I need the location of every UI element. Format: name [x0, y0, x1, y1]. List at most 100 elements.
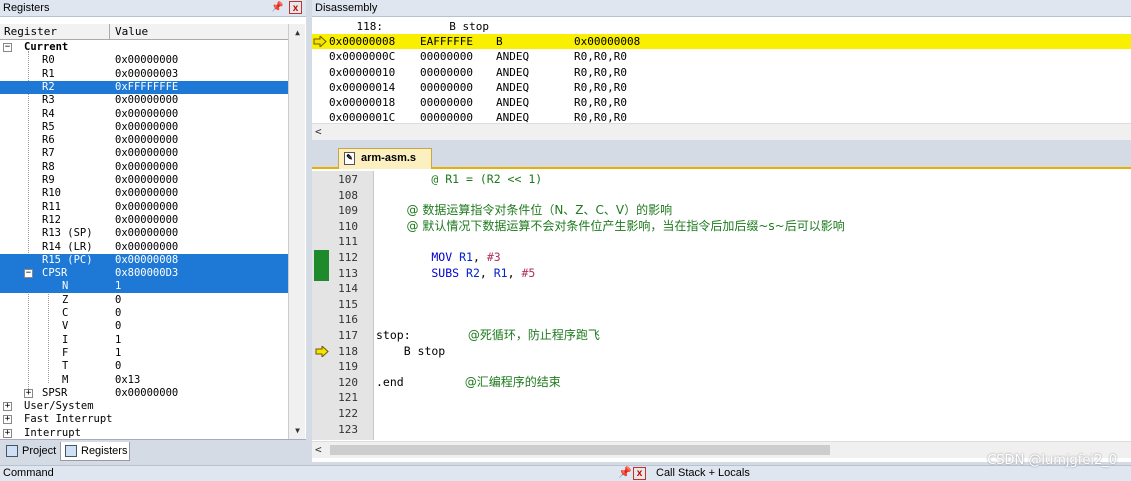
register-row[interactable]: R10 0x00000000	[0, 187, 288, 200]
disassembly-row[interactable]: 0x00000010 00000000 ANDEQ R0,R0,R0	[312, 65, 1131, 80]
collapse-icon[interactable]: −	[24, 269, 33, 279]
register-row[interactable]: Z0	[0, 294, 288, 307]
disasm-mnemonic: ANDEQ	[496, 96, 530, 109]
code-line[interactable]: SUBS R2, R1, #5	[376, 266, 535, 281]
scroll-down-icon[interactable]: ▼	[290, 423, 305, 438]
disassembly-title: Disassembly	[315, 2, 378, 14]
code-line[interactable]: @ 默认情况下数据运算不会对条件位产生影响，当在指令后加后缀~s~后可以影响	[376, 219, 845, 234]
register-value: 0x00000000	[115, 134, 179, 147]
register-row[interactable]: + Fast Interrupt	[0, 413, 288, 426]
register-row[interactable]: R12 0x00000000	[0, 214, 288, 227]
register-row[interactable]: R2 0xFFFFFFFE	[0, 80, 288, 94]
register-row[interactable]: R3 0x00000000	[0, 94, 288, 107]
code-token: MOV	[376, 250, 460, 264]
disasm-address: 0x00000010	[329, 65, 396, 79]
register-row[interactable]: V0	[0, 320, 288, 333]
register-name: R13 (SP)	[42, 227, 93, 240]
column-header-value[interactable]: Value	[111, 24, 288, 40]
code-token: R1	[493, 265, 508, 280]
register-row[interactable]: R6 0x00000000	[0, 134, 288, 147]
code-line[interactable]: .end @汇编程序的结束	[376, 375, 561, 390]
register-row[interactable]: R13 (SP) 0x00000000	[0, 227, 288, 240]
register-row[interactable]: R0 0x00000000	[0, 54, 288, 67]
pin-icon[interactable]: 📌	[271, 1, 284, 14]
register-row[interactable]: − CPSR 0x800000D3	[0, 267, 288, 281]
code-line[interactable]: @ R1 = (R2 << 1)	[376, 172, 542, 187]
register-row[interactable]: + User/System	[0, 400, 288, 413]
code-line[interactable]: stop: @死循环，防止程序跑飞	[376, 328, 600, 343]
register-row[interactable]: I1	[0, 334, 288, 347]
expand-icon[interactable]: +	[3, 402, 12, 412]
register-row[interactable]: M 0x13	[0, 374, 288, 387]
code-line[interactable]: B stop	[376, 344, 446, 359]
register-value: 1	[115, 346, 122, 359]
disassembly-row[interactable]: 0x0000000C 00000000 ANDEQ R0,R0,R0	[312, 49, 1131, 64]
current-line-arrow-icon	[315, 345, 329, 357]
disassembly-hscrollbar[interactable]: <	[312, 123, 1131, 140]
column-header-register[interactable]: Register	[0, 24, 110, 40]
register-row[interactable]: R5 0x00000000	[0, 121, 288, 134]
code-token: @ 数据运算指令对条件位（N、Z、C、V）的影响	[376, 203, 673, 218]
scroll-up-icon[interactable]: ▲	[290, 25, 305, 40]
expand-icon[interactable]: +	[24, 388, 33, 398]
register-row[interactable]: R9 0x00000000	[0, 174, 288, 187]
disasm-opcode: EAFFFFFE	[420, 35, 473, 49]
expand-icon[interactable]: +	[3, 415, 12, 425]
close-icon[interactable]: x	[289, 1, 302, 14]
executed-line-marker	[314, 265, 329, 282]
registers-scrollbar[interactable]: ▲ ▼	[288, 24, 305, 439]
register-row[interactable]: N1	[0, 280, 288, 294]
line-number: 112	[338, 251, 358, 264]
disassembly-listing: 118: B stop 0x00000008 EAFFFFFE B 0x0000000…	[312, 19, 1131, 123]
register-name: R12	[42, 213, 61, 226]
code-line[interactable]: @ 数据运算指令对条件位（N、Z、C、V）的影响	[376, 203, 673, 218]
register-row[interactable]: F1	[0, 347, 288, 360]
register-name: V	[62, 320, 69, 333]
editor-gutter[interactable]: 107 108 109 110 111 112 113 114 115 116 117 118 119 1…	[312, 171, 374, 440]
code-token: #5	[521, 265, 536, 280]
collapse-icon[interactable]: −	[3, 43, 12, 52]
tab-project-label: Project	[22, 445, 57, 457]
register-row[interactable]: − Current	[0, 41, 288, 54]
code-token: ,	[507, 265, 522, 280]
scroll-left-icon[interactable]: <	[315, 124, 322, 140]
register-row[interactable]: T0	[0, 360, 288, 373]
tab-registers[interactable]: Registers	[60, 442, 130, 461]
register-value: 0x00000000	[115, 160, 179, 173]
watermark: CSDN @lumjgfei2_0	[987, 453, 1117, 468]
expand-icon[interactable]: +	[3, 428, 12, 438]
register-row[interactable]: C0	[0, 307, 288, 320]
register-row[interactable]: + SPSR 0x00000000	[0, 387, 288, 400]
register-row[interactable]: R7 0x00000000	[0, 147, 288, 160]
register-row[interactable]: R4 0x00000000	[0, 108, 288, 121]
register-row[interactable]: R1 0x00000003	[0, 68, 288, 81]
register-row[interactable]: R15 (PC) 0x00000008	[0, 253, 288, 267]
editor-tab[interactable]: ✎ arm-asm.s	[338, 148, 432, 169]
register-row[interactable]: R11 0x00000000	[0, 201, 288, 214]
code-line[interactable]: MOV R1, #3	[376, 250, 500, 265]
line-number: 115	[338, 297, 358, 311]
disasm-address: 0x00000014	[329, 80, 396, 94]
scroll-left-icon[interactable]: <	[315, 442, 322, 458]
scroll-thumb[interactable]	[330, 445, 830, 455]
code-token: ,	[479, 265, 494, 280]
registers-pane: Registers 📌 x Register Value − Current R0 0…	[0, 0, 306, 462]
close-icon[interactable]: x	[633, 467, 646, 480]
register-value: 0x00000000	[115, 200, 179, 213]
line-number: 111	[338, 235, 358, 249]
disassembly-row[interactable]: 0x00000014 00000000 ANDEQ R0,R0,R0	[312, 80, 1131, 95]
disassembly-row[interactable]: 0x00000018 00000000 ANDEQ R0,R0,R0	[312, 95, 1131, 110]
register-row[interactable]: R14 (LR) 0x00000000	[0, 241, 288, 254]
register-value: 0x00000000	[115, 174, 179, 186]
tab-project[interactable]: Project	[2, 442, 58, 461]
code-token: ,	[472, 250, 487, 264]
register-name: R15 (PC)	[42, 253, 93, 266]
pin-icon[interactable]: 📌	[618, 466, 632, 481]
register-value: 0xFFFFFFFE	[115, 80, 179, 93]
disassembly-row[interactable]: 0x0000001C 00000000 ANDEQ R0,R0,R0	[312, 110, 1131, 123]
disassembly-row[interactable]: 0x00000008 EAFFFFFE B 0x00000008	[312, 34, 1131, 50]
disasm-operands: R0,R0,R0	[574, 65, 627, 79]
disasm-opcode: 00000000	[420, 80, 473, 94]
register-row[interactable]: R8 0x00000000	[0, 161, 288, 174]
register-row[interactable]: + Interrupt	[0, 427, 288, 439]
